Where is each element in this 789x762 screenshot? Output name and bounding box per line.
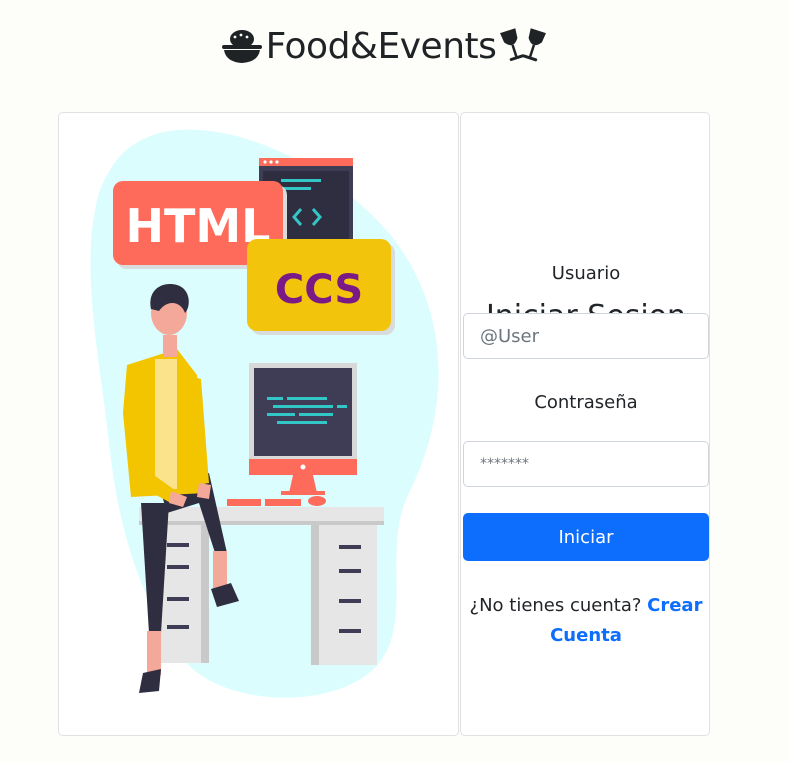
css-badge: CCS	[247, 239, 395, 335]
food-bowl-icon	[220, 28, 264, 66]
login-card: Iniciar Sesion Usuario Contraseña Inicia…	[460, 112, 710, 736]
wine-glasses-icon	[498, 26, 548, 68]
username-label: Usuario	[551, 263, 621, 284]
svg-text:CCS: CCS	[275, 267, 363, 313]
username-input[interactable]	[463, 313, 709, 359]
illustration-card: HTML CCS	[58, 112, 459, 736]
signup-prompt: ¿No tienes cuenta? Crear Cuenta	[461, 591, 711, 651]
password-input[interactable]	[463, 441, 709, 487]
no-account-text: ¿No tienes cuenta?	[469, 595, 648, 616]
developer-illustration: HTML CCS	[90, 129, 439, 698]
brand-name: Food&Events	[265, 26, 497, 67]
brand-header: Food&Events	[0, 24, 768, 70]
password-label: Contraseña	[534, 392, 638, 413]
login-submit-button[interactable]: Iniciar	[463, 513, 709, 561]
